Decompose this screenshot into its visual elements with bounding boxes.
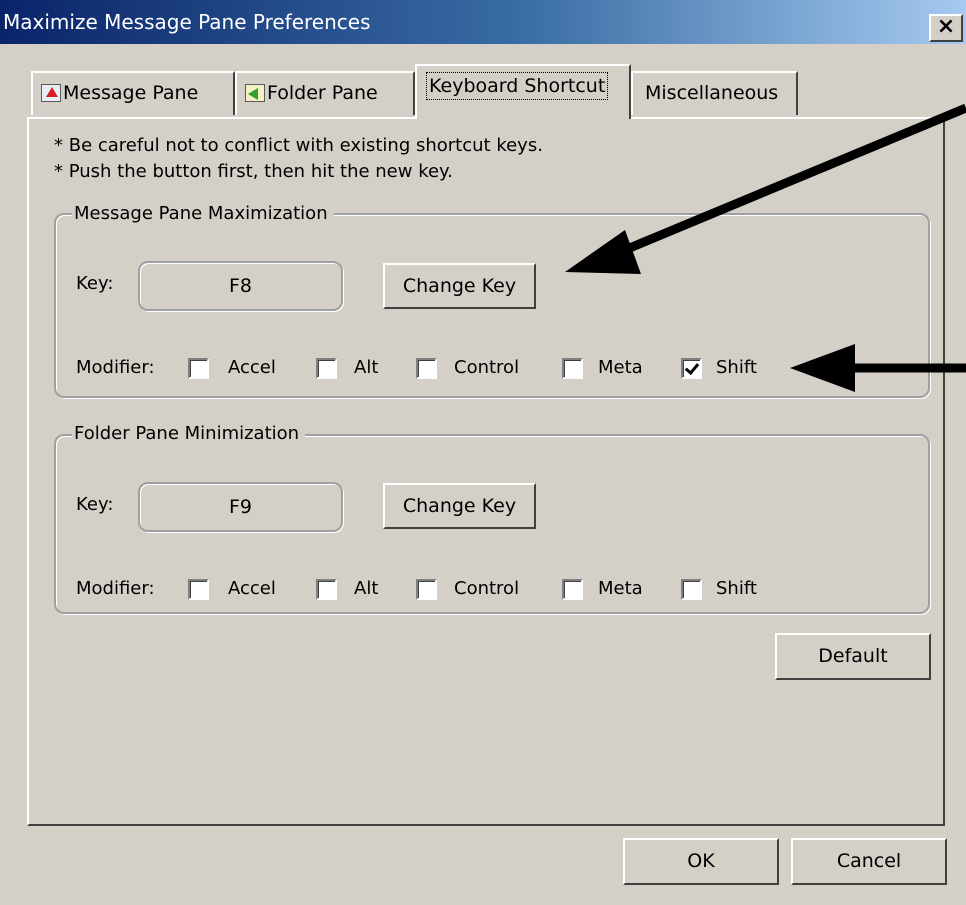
preferences-dialog: Maximize Message Pane Preferences × Mess… [0,0,966,905]
tab-miscellaneous-label: Miscellaneous [645,82,779,104]
tab-panel [27,117,945,826]
folder-pane-icon [245,84,265,102]
window-title: Maximize Message Pane Preferences [3,10,371,34]
tab-message-pane-label: Message Pane [63,82,199,104]
tab-keyboard-shortcut-label: Keyboard Shortcut [426,72,609,100]
tab-miscellaneous[interactable]: Miscellaneous [631,71,798,115]
tab-folder-pane[interactable]: Folder Pane [235,71,415,115]
message-pane-icon [41,84,61,102]
tab-folder-pane-label: Folder Pane [267,82,378,104]
tab-keyboard-shortcut[interactable]: Keyboard Shortcut [415,64,631,119]
close-icon: × [936,14,956,39]
title-bar[interactable]: Maximize Message Pane Preferences × [0,0,966,44]
ok-button[interactable]: OK [623,838,779,885]
cancel-button[interactable]: Cancel [791,838,947,885]
tab-message-pane[interactable]: Message Pane [31,71,235,115]
close-button[interactable]: × [929,14,963,42]
